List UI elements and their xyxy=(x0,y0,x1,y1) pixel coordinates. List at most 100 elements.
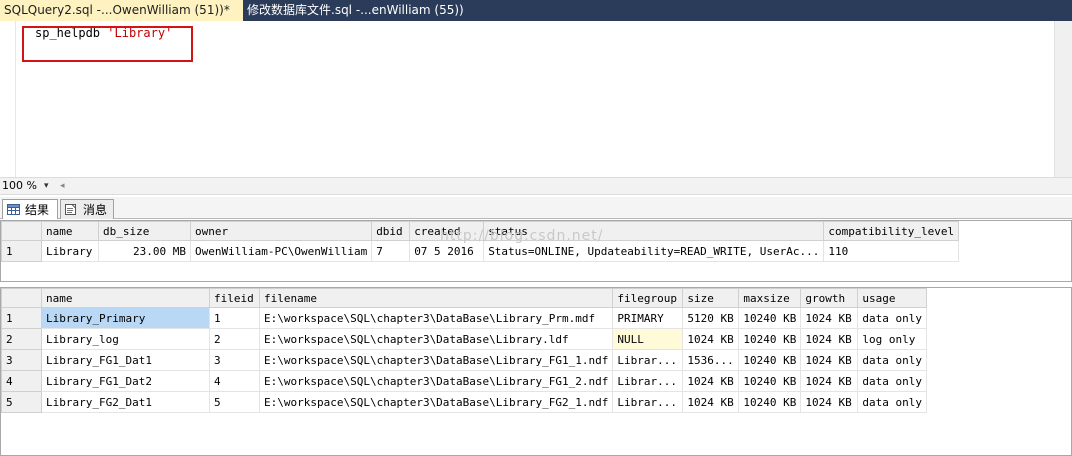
cell-growth[interactable]: 1024 KB xyxy=(800,370,859,392)
cell-status[interactable]: Status=ONLINE, Updateability=READ_WRITE,… xyxy=(483,240,825,262)
files-table: name fileid filename filegroup size maxs… xyxy=(1,288,927,413)
column-header[interactable]: owner xyxy=(189,221,373,241)
cell-created[interactable]: 07 5 2016 xyxy=(409,240,485,262)
cell-name-selected[interactable]: Library_Primary xyxy=(41,307,210,329)
cell-filename[interactable]: E:\workspace\SQL\chapter3\DataBase\Libra… xyxy=(258,370,614,392)
cell-filegroup[interactable]: PRIMARY xyxy=(612,307,684,329)
cell-maxsize[interactable]: 10240 KB xyxy=(738,307,802,329)
column-header[interactable]: status xyxy=(483,221,825,241)
cell-maxsize[interactable]: 10240 KB xyxy=(738,370,802,392)
tab-messages-label: 消息 xyxy=(83,203,108,217)
table-row: 3 Library_FG1_Dat1 3 E:\workspace\SQL\ch… xyxy=(1,349,927,371)
cell-fileid[interactable]: 5 xyxy=(209,391,260,413)
column-header[interactable]: maxsize xyxy=(738,288,802,308)
row-number[interactable]: 3 xyxy=(1,349,42,371)
row-number[interactable]: 1 xyxy=(1,240,42,262)
cell-size[interactable]: 1024 KB xyxy=(682,391,740,413)
corner-cell[interactable] xyxy=(1,288,42,308)
cell-dbid[interactable]: 7 xyxy=(371,240,411,262)
cell-fileid[interactable]: 4 xyxy=(209,370,260,392)
cell-size[interactable]: 5120 KB xyxy=(682,307,740,329)
column-header[interactable]: growth xyxy=(800,288,859,308)
cell-growth[interactable]: 1024 KB xyxy=(800,349,859,371)
cell-fileid[interactable]: 3 xyxy=(209,349,260,371)
row-number[interactable]: 5 xyxy=(1,391,42,413)
corner-cell[interactable] xyxy=(1,221,42,241)
column-header[interactable]: compatibility_level xyxy=(823,221,960,241)
cell-growth[interactable]: 1024 KB xyxy=(800,307,859,329)
table-row: 1 Library_Primary 1 E:\workspace\SQL\cha… xyxy=(1,307,927,329)
cell-name[interactable]: Library xyxy=(41,240,99,262)
grid-icon xyxy=(7,204,20,215)
row-number[interactable]: 1 xyxy=(1,307,42,329)
chevron-down-icon[interactable]: ▾ xyxy=(44,179,49,193)
cell-filegroup[interactable]: Librar... xyxy=(612,370,684,392)
column-header[interactable]: usage xyxy=(857,288,927,308)
column-header[interactable]: filegroup xyxy=(612,288,684,308)
message-icon xyxy=(65,204,76,215)
row-number[interactable]: 2 xyxy=(1,328,42,350)
cell-compatibility-level[interactable]: 110 xyxy=(823,240,960,262)
cell-usage[interactable]: data only xyxy=(857,391,927,413)
cell-fileid[interactable]: 2 xyxy=(209,328,260,350)
cell-size[interactable]: 1536... xyxy=(682,349,740,371)
header-row: name fileid filename filegroup size maxs… xyxy=(1,288,927,308)
cell-size[interactable]: 1024 KB xyxy=(682,328,740,350)
highlight-annotation-box xyxy=(22,26,193,62)
cell-fileid[interactable]: 1 xyxy=(209,307,260,329)
cell-filegroup-null[interactable]: NULL xyxy=(612,328,684,350)
table-row: 5 Library_FG2_Dat1 5 E:\workspace\SQL\ch… xyxy=(1,391,927,413)
column-header[interactable]: name xyxy=(41,221,99,241)
cell-maxsize[interactable]: 10240 KB xyxy=(738,328,802,350)
editor-vertical-scrollbar[interactable] xyxy=(1054,21,1072,177)
table-row: 2 Library_log 2 E:\workspace\SQL\chapter… xyxy=(1,328,927,350)
cell-filename[interactable]: E:\workspace\SQL\chapter3\DataBase\Libra… xyxy=(258,349,614,371)
cell-usage[interactable]: data only xyxy=(857,307,927,329)
cell-owner[interactable]: OwenWilliam-PC\OwenWilliam xyxy=(189,240,373,262)
cell-db-size[interactable]: 23.00 MB xyxy=(98,240,191,262)
result-tabs: 结果 消息 xyxy=(0,197,1072,219)
document-tab-strip: SQLQuery2.sql -...OwenWilliam (51))* 修改数… xyxy=(0,0,1072,21)
column-header[interactable]: name xyxy=(41,288,210,308)
zoom-bar: 100 % ▾ ◂ xyxy=(0,177,1072,195)
cell-filename[interactable]: E:\workspace\SQL\chapter3\DataBase\Libra… xyxy=(258,391,614,413)
cell-usage[interactable]: data only xyxy=(857,349,927,371)
cell-filename[interactable]: E:\workspace\SQL\chapter3\DataBase\Libra… xyxy=(258,307,614,329)
tab-results-label: 结果 xyxy=(25,203,50,217)
column-header[interactable]: dbid xyxy=(371,221,411,241)
cell-usage[interactable]: data only xyxy=(857,370,927,392)
zoom-select[interactable]: 100 % xyxy=(2,179,37,193)
cell-name[interactable]: Library_FG2_Dat1 xyxy=(41,391,210,413)
column-header[interactable]: fileid xyxy=(209,288,260,308)
tab-results[interactable]: 结果 xyxy=(2,199,58,219)
tab-modify-db-file[interactable]: 修改数据库文件.sql -...enWilliam (55)) xyxy=(243,0,463,21)
column-header[interactable]: created xyxy=(409,221,485,241)
cell-name[interactable]: Library_FG1_Dat1 xyxy=(41,349,210,371)
cell-filegroup[interactable]: Librar... xyxy=(612,349,684,371)
cell-growth[interactable]: 1024 KB xyxy=(800,391,859,413)
cell-usage[interactable]: log only xyxy=(857,328,927,350)
editor-gutter xyxy=(0,21,15,177)
cell-name[interactable]: Library_log xyxy=(41,328,210,350)
cell-maxsize[interactable]: 10240 KB xyxy=(738,349,802,371)
tab-sqlquery2[interactable]: SQLQuery2.sql -...OwenWilliam (51))* xyxy=(0,0,243,21)
results-grid-files[interactable]: name fileid filename filegroup size maxs… xyxy=(0,287,1072,456)
editor-margin-line xyxy=(15,21,16,177)
results-grid-database[interactable]: name db_size owner dbid created status c… xyxy=(0,220,1072,282)
column-header[interactable]: size xyxy=(682,288,740,308)
cell-maxsize[interactable]: 10240 KB xyxy=(738,391,802,413)
tab-messages[interactable]: 消息 xyxy=(60,199,114,219)
table-row: 1 Library 23.00 MB OwenWilliam-PC\OwenWi… xyxy=(1,240,960,262)
column-header[interactable]: filename xyxy=(258,288,614,308)
cell-growth[interactable]: 1024 KB xyxy=(800,328,859,350)
cell-filename[interactable]: E:\workspace\SQL\chapter3\DataBase\Libra… xyxy=(258,328,614,350)
table-row: 4 Library_FG1_Dat2 4 E:\workspace\SQL\ch… xyxy=(1,370,927,392)
header-row: name db_size owner dbid created status c… xyxy=(1,221,960,241)
cell-name[interactable]: Library_FG1_Dat2 xyxy=(41,370,210,392)
scroll-left-icon[interactable]: ◂ xyxy=(60,179,65,193)
cell-size[interactable]: 1024 KB xyxy=(682,370,740,392)
query-editor[interactable]: sp_helpdb 'Library' xyxy=(0,21,1072,177)
row-number[interactable]: 4 xyxy=(1,370,42,392)
column-header[interactable]: db_size xyxy=(98,221,191,241)
cell-filegroup[interactable]: Librar... xyxy=(612,391,684,413)
